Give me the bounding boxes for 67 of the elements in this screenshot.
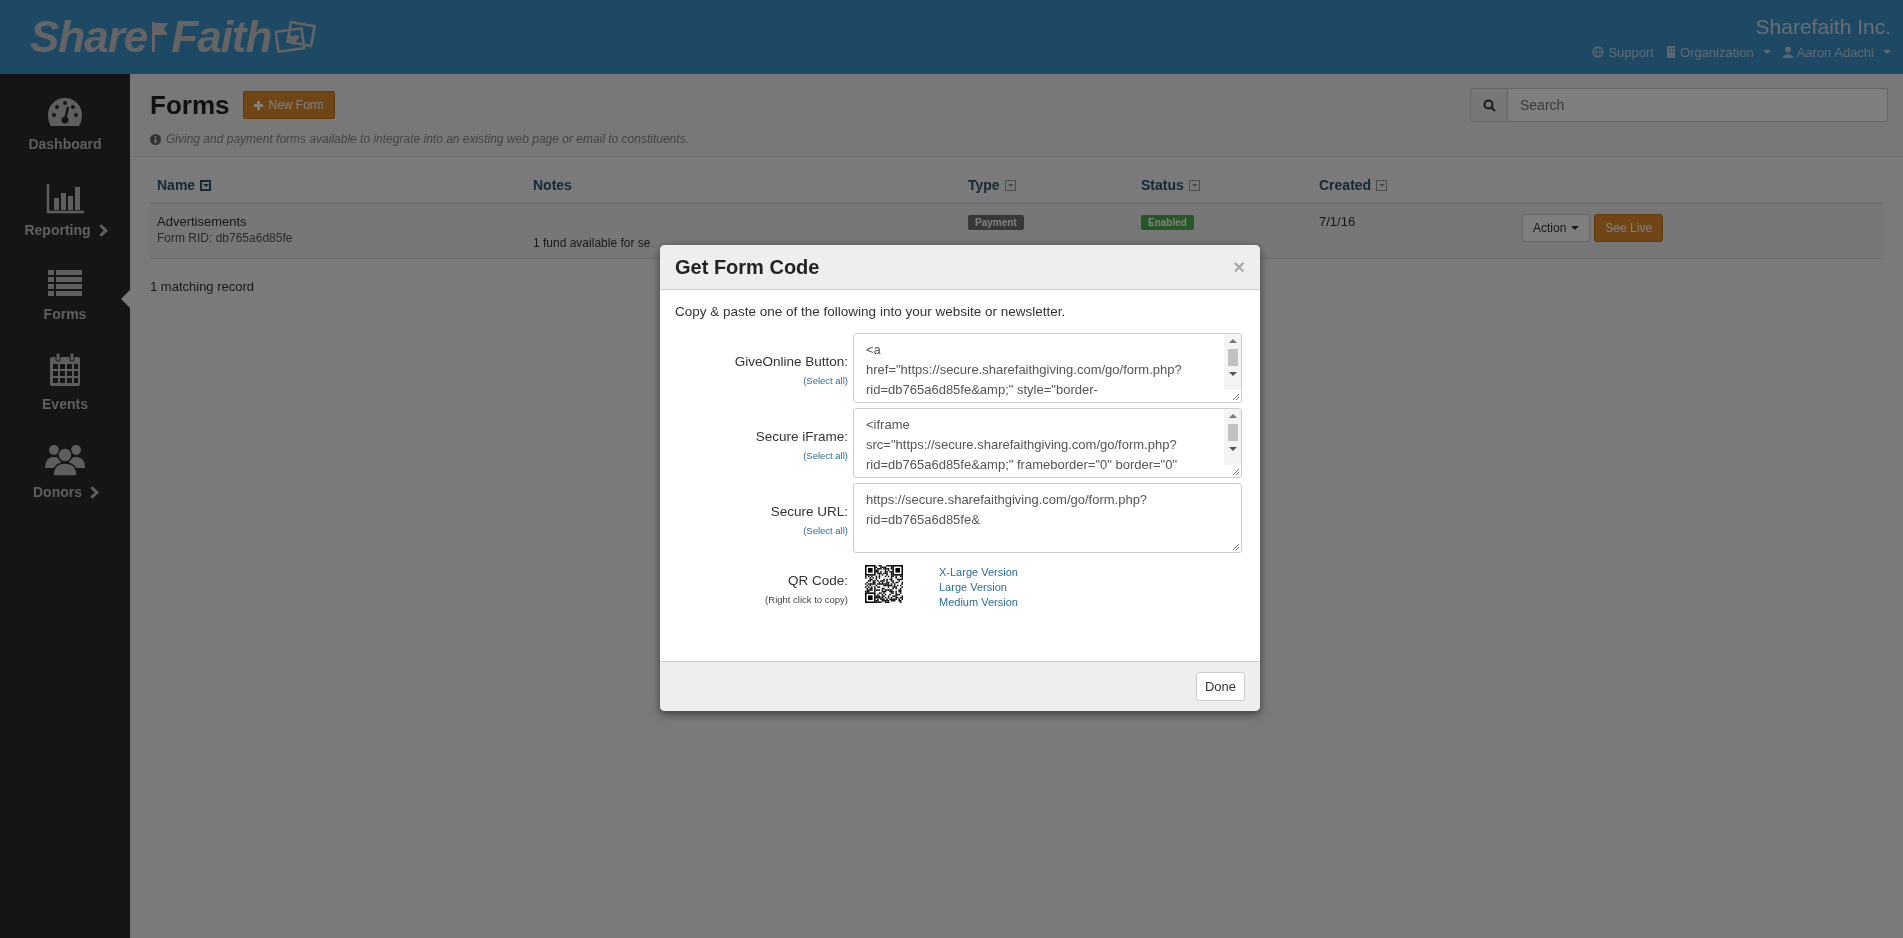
user-icon: [1782, 46, 1793, 58]
table-cell-text: 1 fund available for se: [533, 236, 652, 250]
info-icon: [150, 133, 161, 145]
building-icon: [1665, 46, 1676, 58]
modal-title: Get Form Code: [675, 255, 820, 279]
header-link[interactable]: Organization: [1665, 44, 1771, 60]
form-rid: Form RID: db765a6d85fe: [157, 231, 294, 245]
sort-icon[interactable]: [1004, 179, 1016, 191]
resize-grip-icon[interactable]: [1231, 467, 1240, 476]
gauge-icon: [46, 96, 84, 128]
qr-size-link[interactable]: Large Version: [939, 580, 1018, 595]
qr-size-link[interactable]: X-Large Version: [939, 565, 1018, 580]
resize-grip-icon[interactable]: [1231, 392, 1240, 401]
sidebar-item[interactable]: Reporting: [0, 182, 130, 238]
organization-name: Sharefaith Inc.: [1755, 14, 1891, 39]
field-label: GiveOnline Button:: [734, 354, 848, 369]
sidebar-item[interactable]: Forms: [0, 268, 130, 322]
sidebar-item[interactable]: Donors: [0, 442, 130, 500]
sort-icon[interactable]: [200, 179, 212, 191]
list-icon: [46, 268, 84, 298]
code-field[interactable]: https://secure.sharefaithgiving.com/go/form.php? rid=db765a6d85fe&: [853, 483, 1242, 553]
intro-text: Copy & paste one of the following into your website or newsletter.: [675, 304, 1067, 319]
page-title: Forms: [150, 89, 230, 121]
select-all-link[interactable]: (Select all): [803, 450, 848, 461]
header-link[interactable]: Aaron Adachi: [1782, 44, 1891, 60]
table-cell: 7/1/16: [1319, 214, 1356, 229]
logo-text: Share: [30, 12, 148, 62]
bar-chart-icon: [45, 182, 85, 214]
qr-code: [865, 565, 903, 603]
logo-text: Faith: [171, 12, 272, 62]
people-icon: [44, 442, 86, 476]
form-name: Advertisements: [157, 214, 248, 229]
done-button[interactable]: Done: [1195, 672, 1245, 701]
action-button[interactable]: Action: [1522, 214, 1591, 242]
select-all-link[interactable]: (Select all): [803, 525, 848, 536]
column-header[interactable]: Status: [1141, 177, 1184, 193]
scrollbar[interactable]: [1224, 409, 1241, 465]
field-label: QR Code:: [787, 573, 848, 588]
hint-text: (Right click to copy): [765, 594, 848, 605]
select-all-link[interactable]: (Select all): [803, 375, 848, 386]
scrollbar[interactable]: [1224, 334, 1241, 390]
column-header[interactable]: Type: [968, 177, 1000, 193]
sidebar-item[interactable]: Events: [0, 352, 130, 412]
search-icon: [1482, 98, 1496, 112]
globe-icon: [1592, 46, 1605, 58]
column-header[interactable]: Notes: [533, 177, 572, 193]
sort-icon[interactable]: [1188, 179, 1200, 191]
column-header[interactable]: Name: [157, 177, 196, 193]
column-header[interactable]: Created: [1319, 177, 1372, 193]
close-button[interactable]: ×: [1233, 255, 1245, 279]
header-link[interactable]: Support: [1592, 44, 1654, 60]
code-field[interactable]: <iframe src="https://secure.sharefaithgiving.com/go/form.php? rid=db765a6d85fe&amp;" frameborder="0" border="0": [853, 408, 1242, 478]
calendar-icon: [48, 352, 82, 388]
field-label: Secure iFrame:: [755, 429, 848, 444]
new-form-button[interactable]: New Form: [243, 91, 335, 119]
resize-grip-icon[interactable]: [1231, 542, 1240, 551]
search-field[interactable]: Search: [1508, 88, 1888, 122]
search-button[interactable]: [1470, 88, 1508, 122]
see-live-button[interactable]: See Live: [1594, 214, 1664, 242]
status-badge: Enabled: [1141, 215, 1194, 230]
qr-size-link[interactable]: Medium Version: [939, 595, 1018, 610]
sidebar-item[interactable]: Dashboard: [0, 96, 130, 152]
type-badge: Payment: [968, 215, 1024, 230]
record-count: 1 matching record: [150, 279, 256, 294]
field-label: Secure URL:: [770, 504, 848, 519]
sort-icon[interactable]: [1376, 179, 1388, 191]
code-field[interactable]: <a href="https://secure.sharefaithgiving.com/go/form.php? rid=db765a6d85fe&amp;" style="border-: [853, 333, 1242, 403]
